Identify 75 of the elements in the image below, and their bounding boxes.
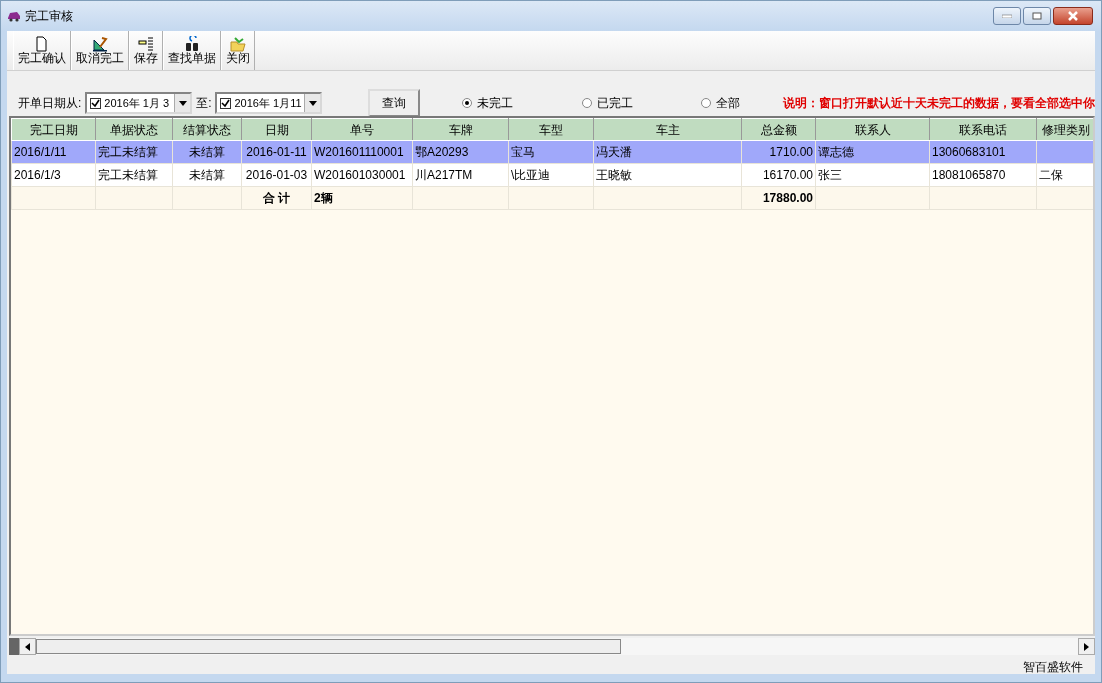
table-cell: 宝马 (511, 145, 535, 159)
table-cell: 2016/1/3 (14, 168, 61, 182)
folder-icon (230, 35, 246, 52)
date-picker[interactable]: 2016年 1月11 (215, 92, 323, 114)
total-cell: 2辆 (314, 191, 333, 205)
status-text: 智百盛软件 (1023, 659, 1083, 676)
date-to-label: 至: (196, 95, 212, 112)
toolbar-button[interactable]: 保存 (129, 31, 163, 70)
table-cell: 冯天潘 (596, 145, 632, 159)
table-cell: 张三 (818, 168, 842, 182)
maximize-button[interactable] (1023, 7, 1051, 25)
radio-label[interactable]: 全部 (716, 94, 741, 112)
column-header: 单据状态 (95, 118, 173, 141)
date-from-label: 开单日期从: (18, 95, 82, 112)
left-arrow-icon[interactable] (25, 642, 30, 651)
table-cell: 18081065870 (932, 168, 1006, 182)
column-header: 单号 (311, 118, 413, 141)
checkbox[interactable] (220, 97, 232, 109)
table-cell: 未结算 (189, 168, 225, 182)
toolbar-button[interactable]: 关闭 (221, 31, 255, 70)
radio-label[interactable]: 未完工 (477, 94, 514, 112)
column-header: 联系人 (815, 118, 930, 141)
table-cell: 2016-01-11 (246, 145, 307, 159)
total-cell: 合 计 (262, 191, 291, 205)
total-cell: 17880.00 (762, 191, 813, 205)
maximize-icon (1032, 12, 1042, 20)
minimize-icon (1002, 14, 1012, 18)
car-icon (7, 10, 21, 22)
binoculars-icon (184, 35, 200, 52)
column-header: 联系电话 (929, 118, 1037, 141)
close-icon (1067, 11, 1079, 21)
column-header: 车牌 (412, 118, 509, 141)
column-header: 结算状态 (172, 118, 242, 141)
minimize-button[interactable] (993, 7, 1021, 25)
table-cell: 完工未结算 (98, 145, 158, 159)
query-button[interactable]: 查询 (368, 89, 421, 117)
table-cell: 2016/1/11 (14, 145, 67, 159)
table-cell: \比亚迪 (511, 168, 551, 182)
table-cell: 二保 (1039, 168, 1063, 182)
radio-button[interactable] (701, 98, 712, 108)
column-header: 修理类别 (1036, 118, 1093, 141)
table-cell: 2016-01-03 (245, 168, 308, 182)
list-icon (138, 35, 154, 52)
column-header: 日期 (241, 118, 312, 141)
radio-button[interactable] (581, 98, 592, 108)
table-cell: W201601030001 (314, 168, 406, 182)
table-cell: 鄂A20293 (415, 145, 469, 159)
date-picker[interactable]: 2016年 1月 3 (85, 92, 193, 114)
toolbar-button[interactable]: 取消完工 (71, 31, 129, 70)
page-icon (34, 35, 50, 52)
window-title: 完工审核 (25, 8, 73, 25)
table-cell: 川A217TM (415, 168, 473, 182)
ruler-icon (92, 35, 108, 52)
splitter-handle[interactable] (9, 638, 19, 655)
table-cell: 16170.00 (762, 168, 813, 182)
radio-label[interactable]: 已完工 (596, 94, 633, 112)
right-arrow-icon[interactable] (1084, 642, 1089, 651)
horizontal-scrollbar[interactable] (9, 638, 1095, 655)
checkbox[interactable] (90, 97, 102, 109)
column-header: 车主 (593, 118, 742, 141)
table-cell: 1710.00 (769, 145, 813, 159)
table-cell: 未结算 (189, 145, 225, 159)
column-header: 完工日期 (11, 118, 96, 141)
note-text: 说明：窗口打开默认近十天未完工的数据，要看全部选中你 (783, 95, 1095, 112)
table-cell: 谭志德 (818, 145, 854, 159)
table-cell: 完工未结算 (98, 168, 158, 182)
table-cell: W201601110001 (314, 145, 404, 159)
radio-button[interactable] (462, 98, 473, 108)
close-button[interactable] (1053, 7, 1093, 25)
column-header: 车型 (508, 118, 594, 141)
table-cell: 13060683101 (932, 145, 1006, 159)
table-cell: 王晓敏 (596, 168, 632, 182)
toolbar-button[interactable]: 查找单据 (163, 31, 221, 70)
toolbar-button[interactable]: 完工确认 (13, 31, 71, 70)
column-header: 总金额 (741, 118, 816, 141)
